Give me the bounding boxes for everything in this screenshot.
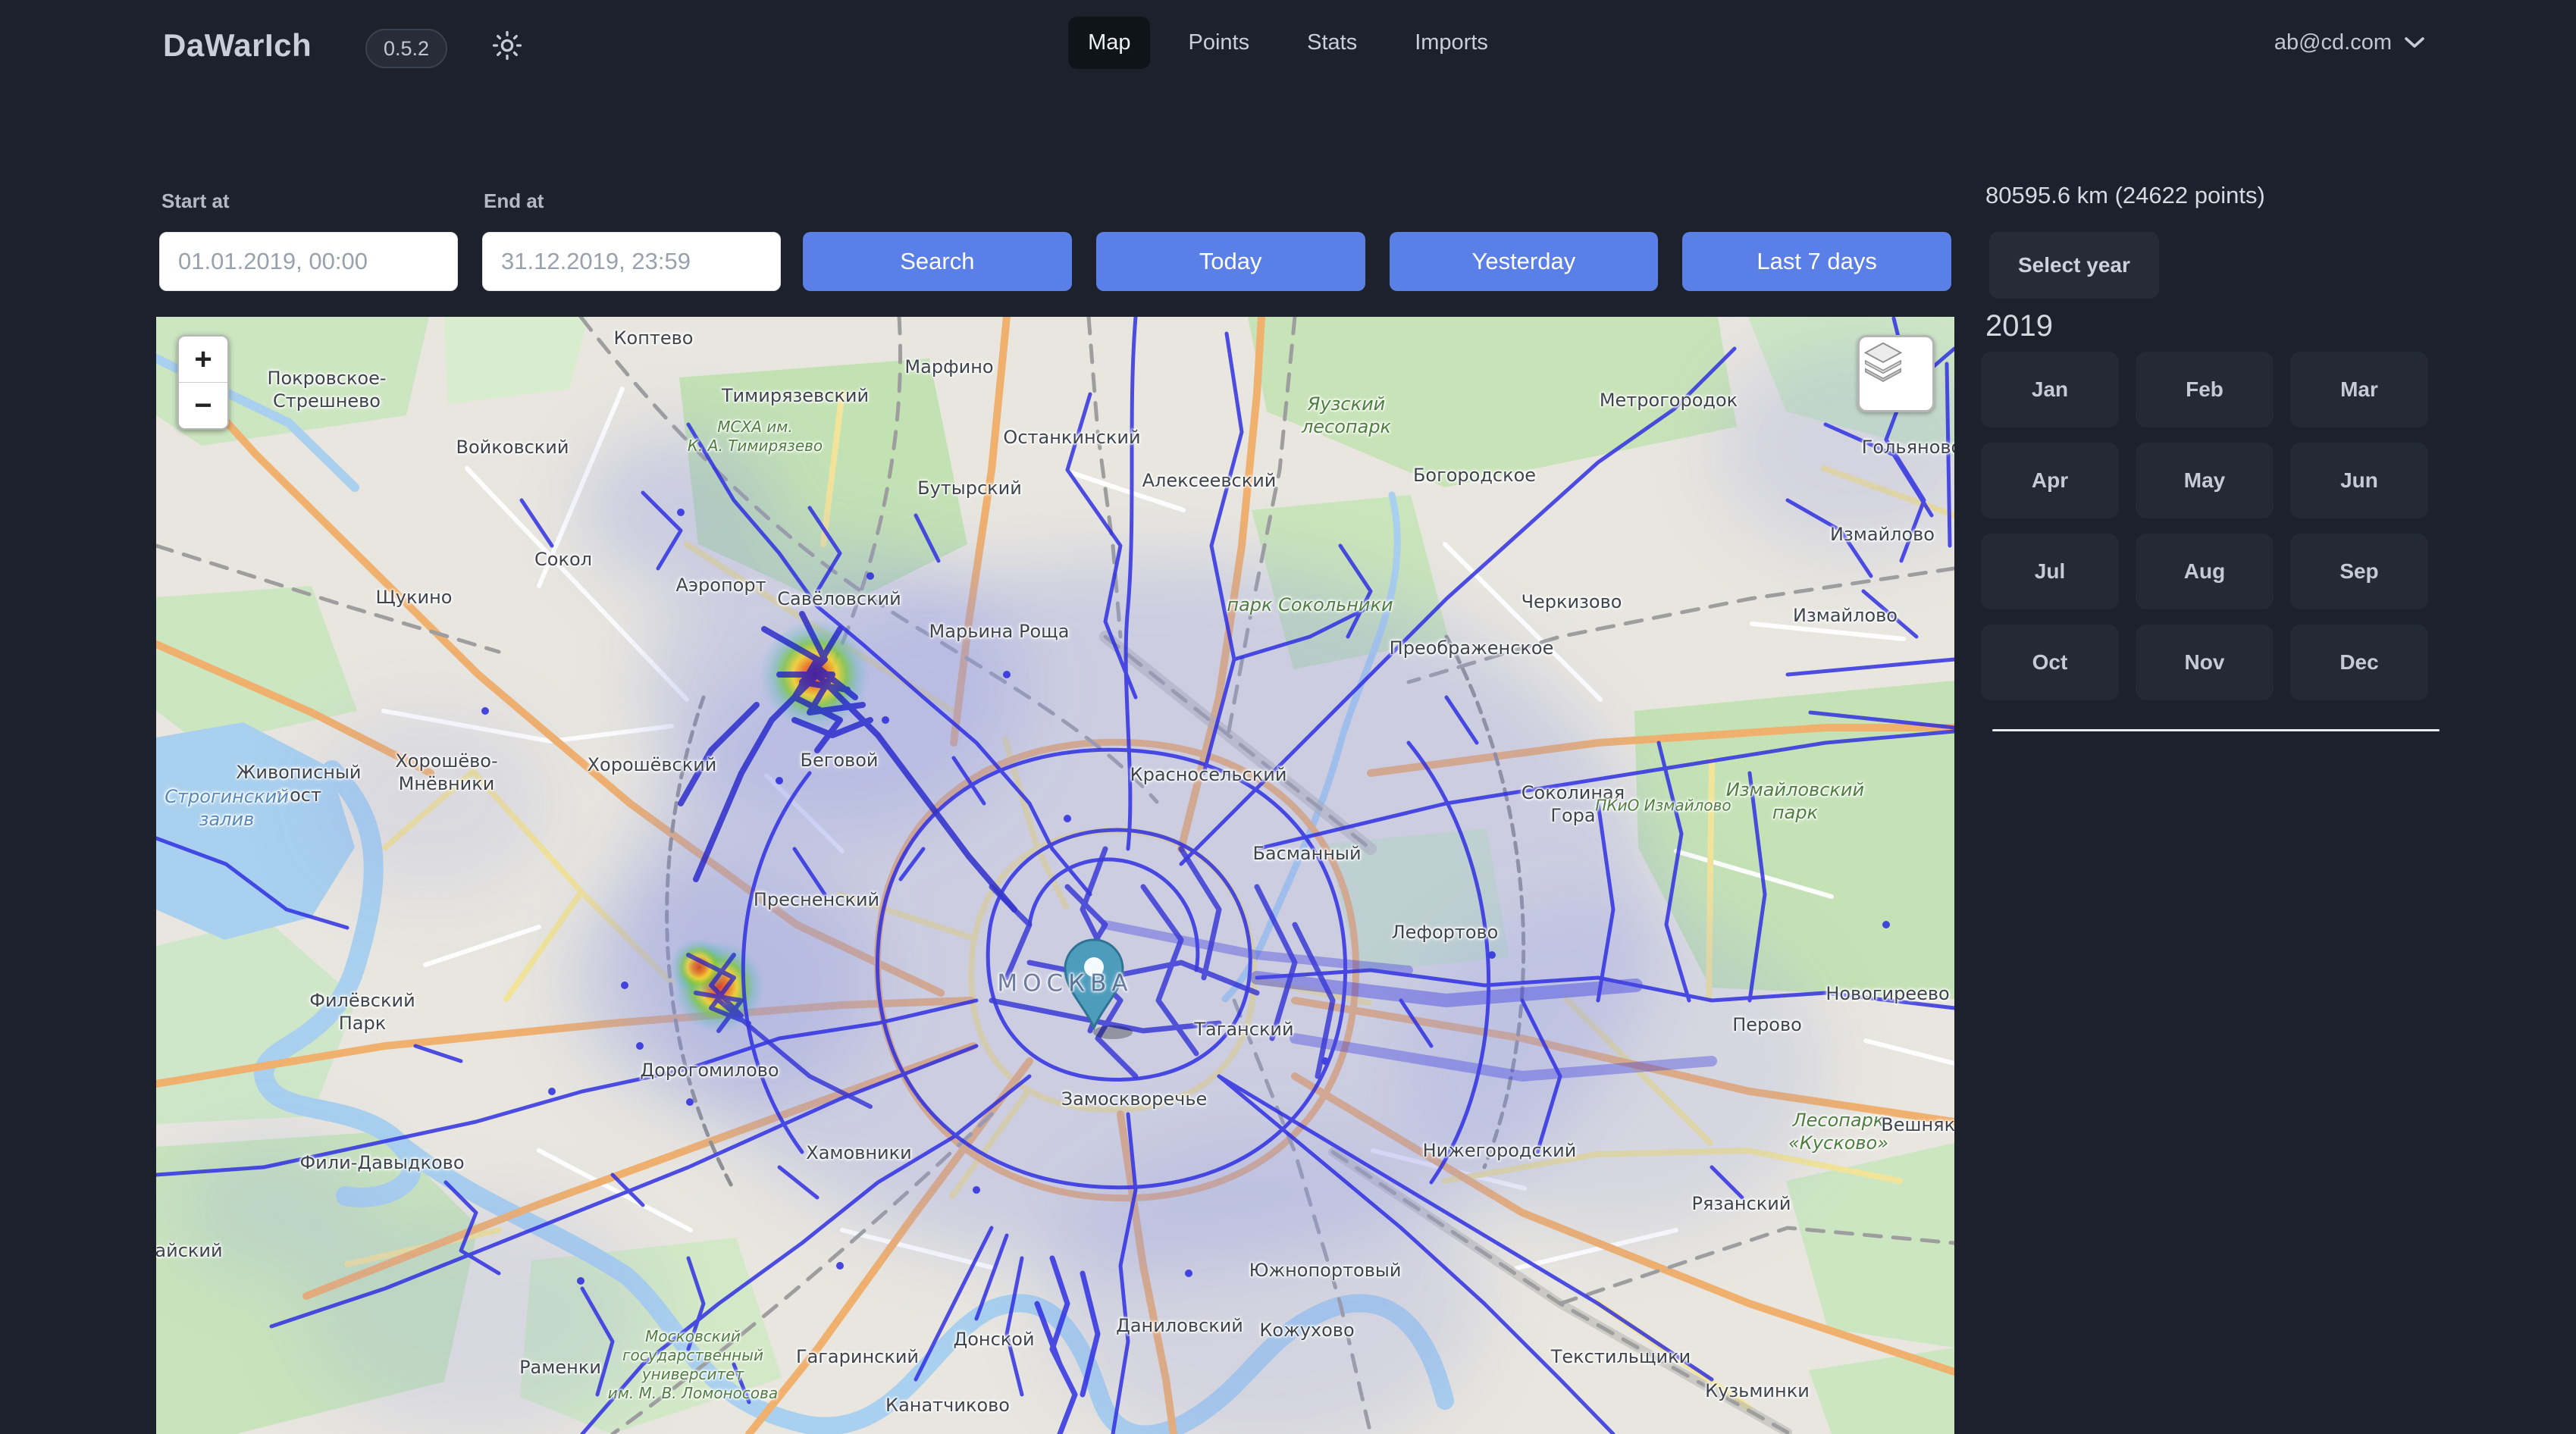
map-zoom-control: + − — [177, 335, 229, 430]
last-7-days-button[interactable]: Last 7 days — [1682, 232, 1951, 291]
sidebar-divider — [1992, 729, 2440, 731]
zoom-out-button[interactable]: − — [179, 382, 227, 428]
quick-buttons: Search Today Yesterday Last 7 days — [803, 232, 1951, 291]
month-jan-button[interactable]: Jan — [1981, 352, 2119, 427]
user-menu[interactable]: ab@cd.com — [2274, 30, 2425, 55]
sun-icon — [490, 29, 524, 66]
month-jul-button[interactable]: Jul — [1981, 534, 2119, 609]
app-logo: DaWarIch — [163, 27, 312, 64]
start-at-label: Start at — [161, 189, 230, 213]
month-may-button[interactable]: May — [2136, 443, 2274, 518]
month-apr-button[interactable]: Apr — [1981, 443, 2119, 518]
month-feb-button[interactable]: Feb — [2136, 352, 2274, 427]
map-canvas[interactable]: КоптевоМарфиноПокровское- СтрешневоТимир… — [156, 317, 1954, 1434]
tab-stats[interactable]: Stats — [1287, 17, 1377, 69]
month-jun-button[interactable]: Jun — [2290, 443, 2428, 518]
chevron-down-icon — [2404, 30, 2425, 55]
theme-toggle-button[interactable] — [489, 29, 525, 65]
map-tiles — [156, 317, 1954, 1434]
month-aug-button[interactable]: Aug — [2136, 534, 2274, 609]
end-at-label: End at — [484, 189, 544, 213]
version-badge: 0.5.2 — [365, 29, 447, 68]
tab-points[interactable]: Points — [1169, 17, 1270, 69]
distance-stats: 80595.6 km (24622 points) — [1985, 182, 2265, 209]
month-mar-button[interactable]: Mar — [2290, 352, 2428, 427]
start-at-input[interactable] — [159, 232, 458, 291]
year-heading: 2019 — [1985, 309, 2053, 343]
end-at-input[interactable] — [482, 232, 781, 291]
month-grid: JanFebMar AprMayJun JulAugSep OctNovDec — [1981, 352, 2428, 700]
tab-imports[interactable]: Imports — [1395, 17, 1508, 69]
month-sep-button[interactable]: Sep — [2290, 534, 2428, 609]
search-button[interactable]: Search — [803, 232, 1072, 291]
nav-tabs: Map Points Stats Imports — [1068, 17, 1508, 69]
month-nov-button[interactable]: Nov — [2136, 625, 2274, 700]
yesterday-button[interactable]: Yesterday — [1390, 232, 1659, 291]
month-oct-button[interactable]: Oct — [1981, 625, 2119, 700]
layers-control-button[interactable] — [1857, 335, 1935, 412]
select-year-button[interactable]: Select year — [1989, 232, 2159, 299]
user-email: ab@cd.com — [2274, 30, 2392, 55]
today-button[interactable]: Today — [1096, 232, 1365, 291]
tab-map[interactable]: Map — [1068, 17, 1150, 69]
zoom-in-button[interactable]: + — [179, 337, 227, 382]
month-dec-button[interactable]: Dec — [2290, 625, 2428, 700]
